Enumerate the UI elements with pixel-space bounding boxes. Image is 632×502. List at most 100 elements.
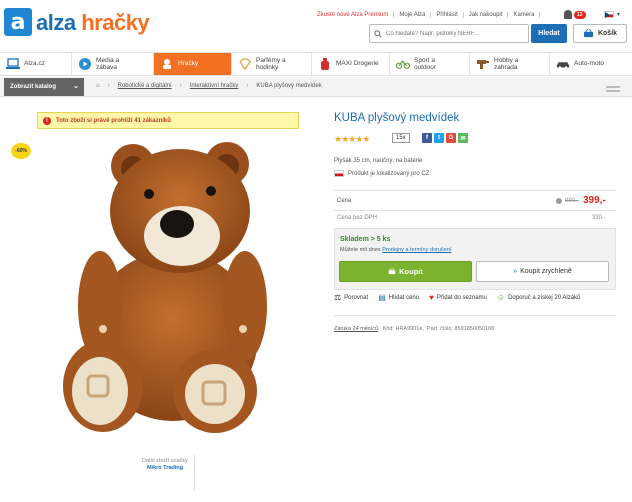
old-price: 990,- — [556, 198, 579, 204]
bottle-icon — [321, 58, 329, 70]
add-to-list-action[interactable]: ♥ Přidat do seznamu — [429, 293, 487, 302]
breadcrumb-separator-icon: › — [107, 83, 110, 89]
category-drogerie[interactable]: MAXI Drogerie — [312, 53, 390, 75]
category-label: MAXI Drogerie — [336, 60, 379, 68]
cart-button[interactable]: Košík — [573, 24, 627, 43]
price-no-vat: 330,- — [592, 215, 606, 221]
category-nav: Alza.cz Media a zábava Hračky Parfémy a … — [0, 52, 632, 76]
country-flag-icon[interactable] — [604, 11, 614, 18]
product-meta: Záruka 24 měsíců, Kód: HRA9901e, Part. č… — [334, 326, 495, 332]
more-from-brand[interactable]: Další zboží značky Mikro Trading — [110, 458, 220, 472]
product-title: KUBA plyšový medvídek — [334, 112, 460, 124]
pickup-link[interactable]: Prodejny a termíny doručení — [382, 247, 451, 253]
discount-badge: -60% — [11, 143, 31, 159]
breadcrumb-link[interactable]: Interaktivní hračky — [190, 83, 239, 89]
login-link[interactable]: Přihlásit — [431, 12, 464, 18]
more-brand-label: Další zboží značky — [142, 458, 188, 464]
search-icon — [374, 29, 382, 38]
premium-link[interactable]: Zkuste nové Alza Premium — [312, 12, 395, 18]
compare-action[interactable]: ⚖ Porovnat — [334, 293, 368, 302]
quick-buy-label: Koupit zrychleně — [520, 268, 572, 275]
product-actions: ⚖ Porovnat ▤ Hlídat cenu ♥ Přidat do seznam… — [334, 293, 580, 302]
category-sport[interactable]: Sport a outdoor — [390, 53, 470, 75]
product-code: Kód: HRA9901e, — [382, 326, 424, 332]
list-label: Přidat do seznamu — [436, 294, 487, 301]
share-buttons: f t G ✉ — [422, 133, 468, 143]
category-hracky[interactable]: Hračky — [154, 53, 232, 75]
info-icon — [556, 198, 562, 204]
category-label: Auto-moto — [574, 60, 604, 68]
category-hobby[interactable]: Hobby a zahrada — [470, 53, 550, 75]
notifications[interactable]: 13 — [564, 10, 586, 19]
cart-icon — [388, 268, 396, 275]
product-image[interactable] — [45, 136, 300, 436]
brand-name[interactable]: Mikro Trading — [110, 465, 220, 472]
cart-icon — [583, 29, 593, 38]
recommend-label: Doporuč a získej 20 Alzáků — [508, 294, 581, 301]
my-alza-link[interactable]: Moje Alza — [394, 12, 432, 18]
google-plus-icon[interactable]: G — [446, 133, 456, 143]
menu-icon[interactable] — [606, 86, 620, 92]
recommend-action[interactable]: ☺ Doporuč a získej 20 Alzáků — [497, 293, 581, 302]
watch-label: Hlídat cenu — [388, 294, 420, 301]
email-icon[interactable]: ✉ — [458, 133, 468, 143]
pickup-text: Můžete mít dnes — [340, 247, 381, 253]
toy-icon — [163, 59, 171, 69]
breadcrumb-separator-icon: › — [179, 83, 182, 89]
site-logo[interactable]: alza hračky — [36, 10, 150, 36]
review-count[interactable]: 15x — [392, 133, 410, 143]
camera-link[interactable]: Kamera — [508, 12, 541, 18]
compare-label: Porovnat — [344, 294, 369, 301]
double-chevron-icon: » — [513, 268, 518, 275]
category-parfemy[interactable]: Parfémy a hodinky — [232, 53, 312, 75]
rating-stars[interactable]: ★★★★★ — [334, 134, 370, 145]
gem-icon — [239, 58, 251, 70]
category-label: Alza.cz — [24, 60, 45, 68]
price-label: Cena — [337, 198, 352, 204]
quick-buy-button[interactable]: » Koupit zrychleně — [476, 261, 609, 282]
pickup-info: Můžete mít dnes Prodejny a termíny doruč… — [340, 247, 451, 253]
category-label: Parfémy a hodinky — [256, 56, 286, 71]
breadcrumb-link[interactable]: Robotické a digitální — [118, 83, 172, 89]
breadcrumb: ⌂ › Robotické a digitální › Interaktivní… — [96, 83, 322, 89]
heart-icon: ♥ — [429, 293, 434, 302]
twitter-icon[interactable]: t — [434, 133, 444, 143]
buy-button[interactable]: Koupit — [339, 261, 472, 282]
logo-hracky-text: hračky — [81, 10, 150, 35]
category-media[interactable]: Media a zábava — [72, 53, 154, 75]
category-label: Sport a outdoor — [414, 56, 437, 71]
search-box[interactable] — [369, 24, 529, 43]
price: 399,- — [583, 195, 606, 206]
recommend-icon: ☺ — [496, 293, 506, 302]
product-description: Plyšák 35 cm, naučný, na baterie — [334, 158, 423, 164]
how-to-buy-link[interactable]: Jak nakoupit — [464, 12, 509, 18]
price-no-vat-label: Cena bez DPH — [337, 215, 378, 221]
old-price-value: 990,- — [565, 198, 579, 204]
cart-label: Košík — [597, 30, 618, 37]
category-auto[interactable]: Auto-moto — [550, 53, 632, 75]
localized-text: Produkt je lokalizovaný pro CZ — [348, 170, 430, 177]
search-button[interactable]: Hledat — [531, 24, 567, 43]
breadcrumb-separator-icon: › — [246, 83, 249, 89]
localized-note: Produkt je lokalizovaný pro CZ — [334, 170, 429, 177]
bike-icon — [396, 60, 410, 69]
facebook-icon[interactable]: f — [422, 133, 432, 143]
buy-label: Koupit — [399, 267, 423, 276]
alert-icon: ! — [43, 116, 51, 125]
divider — [334, 190, 616, 191]
cz-flag-icon — [334, 170, 344, 177]
alza-logo-icon[interactable]: a — [4, 8, 32, 36]
category-label: Hračky — [178, 60, 199, 68]
notification-badge: 13 — [574, 10, 586, 19]
show-catalog-button[interactable]: Zobrazit katalog ⌄ — [4, 78, 84, 96]
category-alza[interactable]: Alza.cz — [0, 53, 72, 75]
catalog-label: Zobrazit katalog — [10, 84, 57, 90]
chevron-down-icon[interactable]: ▾ — [617, 11, 620, 18]
top-links: Zkuste nové Alza Premium Moje Alza Přihl… — [312, 12, 541, 18]
laptop-icon — [6, 58, 20, 69]
search-input[interactable] — [386, 30, 516, 37]
warranty-link[interactable]: Záruka 24 měsíců — [334, 326, 378, 332]
stock-status[interactable]: Skladem > 5 ks — [340, 236, 390, 243]
watch-price-action[interactable]: ▤ Hlídat cenu — [378, 293, 419, 302]
home-icon[interactable]: ⌂ — [96, 83, 100, 89]
